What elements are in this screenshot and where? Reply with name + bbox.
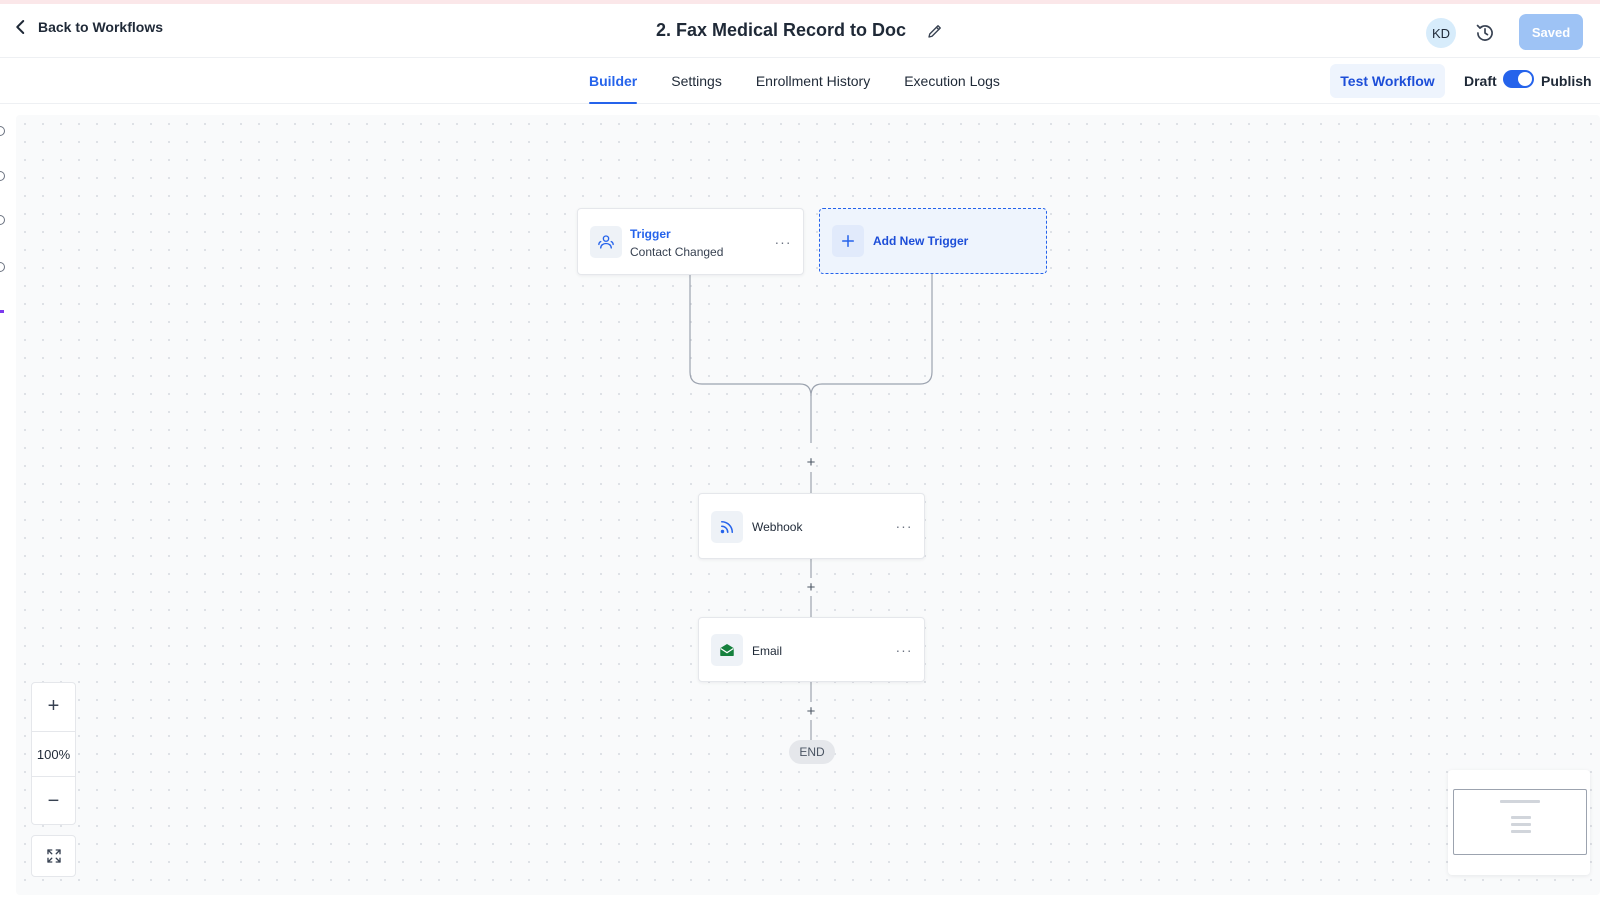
toggle-knob: [1518, 72, 1532, 86]
tab-execution-logs[interactable]: Execution Logs: [887, 58, 1017, 104]
tab-settings[interactable]: Settings: [654, 58, 739, 104]
trigger-subtitle: Contact Changed: [630, 245, 724, 259]
trigger-node[interactable]: Trigger Contact Changed ···: [577, 208, 804, 275]
trigger-title: Trigger: [630, 227, 671, 241]
plus-icon: [842, 235, 854, 247]
back-to-workflows-link[interactable]: Back to Workflows: [12, 18, 163, 36]
more-options-icon[interactable]: ···: [773, 232, 793, 252]
chevron-left-icon: [16, 20, 25, 34]
webhook-icon: [720, 521, 733, 534]
expand-icon: [46, 849, 61, 863]
publish-toggle[interactable]: [1503, 70, 1534, 88]
more-options-icon[interactable]: ···: [894, 640, 914, 660]
zoom-out-button[interactable]: −: [32, 778, 75, 824]
minimap-node: [1500, 800, 1540, 803]
email-icon-box: [711, 634, 743, 666]
add-step-button[interactable]: +: [803, 579, 819, 596]
tab-enrollment-history[interactable]: Enrollment History: [739, 58, 887, 104]
zoom-controls: + 100% −: [31, 682, 76, 825]
test-workflow-button[interactable]: Test Workflow: [1330, 64, 1445, 98]
minimap-node: [1511, 830, 1531, 833]
zoom-level: 100%: [32, 731, 75, 777]
header: Back to Workflows 2. Fax Medical Record …: [0, 4, 1600, 58]
pencil-icon[interactable]: [926, 22, 944, 40]
draft-label: Draft: [1464, 73, 1497, 89]
email-icon: [720, 644, 734, 656]
add-new-trigger-button[interactable]: Add New Trigger: [819, 208, 1047, 274]
tab-builder[interactable]: Builder: [572, 58, 654, 104]
add-trigger-label: Add New Trigger: [873, 234, 969, 248]
minimap-viewport[interactable]: [1453, 789, 1587, 855]
email-title: Email: [752, 644, 783, 658]
minimap-node: [1511, 823, 1531, 826]
avatar[interactable]: KD: [1426, 18, 1456, 48]
minimap[interactable]: [1448, 770, 1590, 875]
webhook-title: Webhook: [752, 520, 803, 534]
minimap-node: [1511, 816, 1531, 819]
tabs-row: Builder Settings Enrollment History Exec…: [0, 58, 1600, 104]
webhook-node[interactable]: Webhook ···: [698, 493, 925, 559]
add-step-button[interactable]: +: [803, 454, 819, 471]
page-title: 2. Fax Medical Record to Doc: [655, 20, 907, 40]
zoom-in-button[interactable]: +: [32, 683, 75, 729]
more-options-icon[interactable]: ···: [894, 516, 914, 536]
saved-button[interactable]: Saved: [1519, 14, 1583, 50]
email-node[interactable]: Email ···: [698, 617, 925, 682]
user-group-icon: [598, 235, 614, 249]
add-trigger-icon-box: [832, 225, 864, 257]
left-side-strip: [0, 105, 6, 900]
side-nav-icon[interactable]: [0, 262, 5, 272]
end-marker: END: [789, 740, 835, 764]
title-area: 2. Fax Medical Record to Doc: [0, 20, 1600, 41]
fit-view-button[interactable]: [31, 835, 76, 877]
add-step-button[interactable]: +: [803, 703, 819, 720]
back-label: Back to Workflows: [38, 19, 163, 35]
trigger-icon-box: [590, 226, 622, 258]
publish-label: Publish: [1541, 73, 1592, 89]
webhook-icon-box: [711, 511, 743, 543]
tab-list: Builder Settings Enrollment History Exec…: [572, 58, 1017, 104]
side-nav-icon[interactable]: [0, 171, 5, 181]
history-icon[interactable]: [1475, 23, 1495, 43]
side-nav-active-marker: [0, 310, 4, 313]
side-nav-icon[interactable]: [0, 215, 5, 225]
side-nav-icon[interactable]: [0, 126, 5, 136]
